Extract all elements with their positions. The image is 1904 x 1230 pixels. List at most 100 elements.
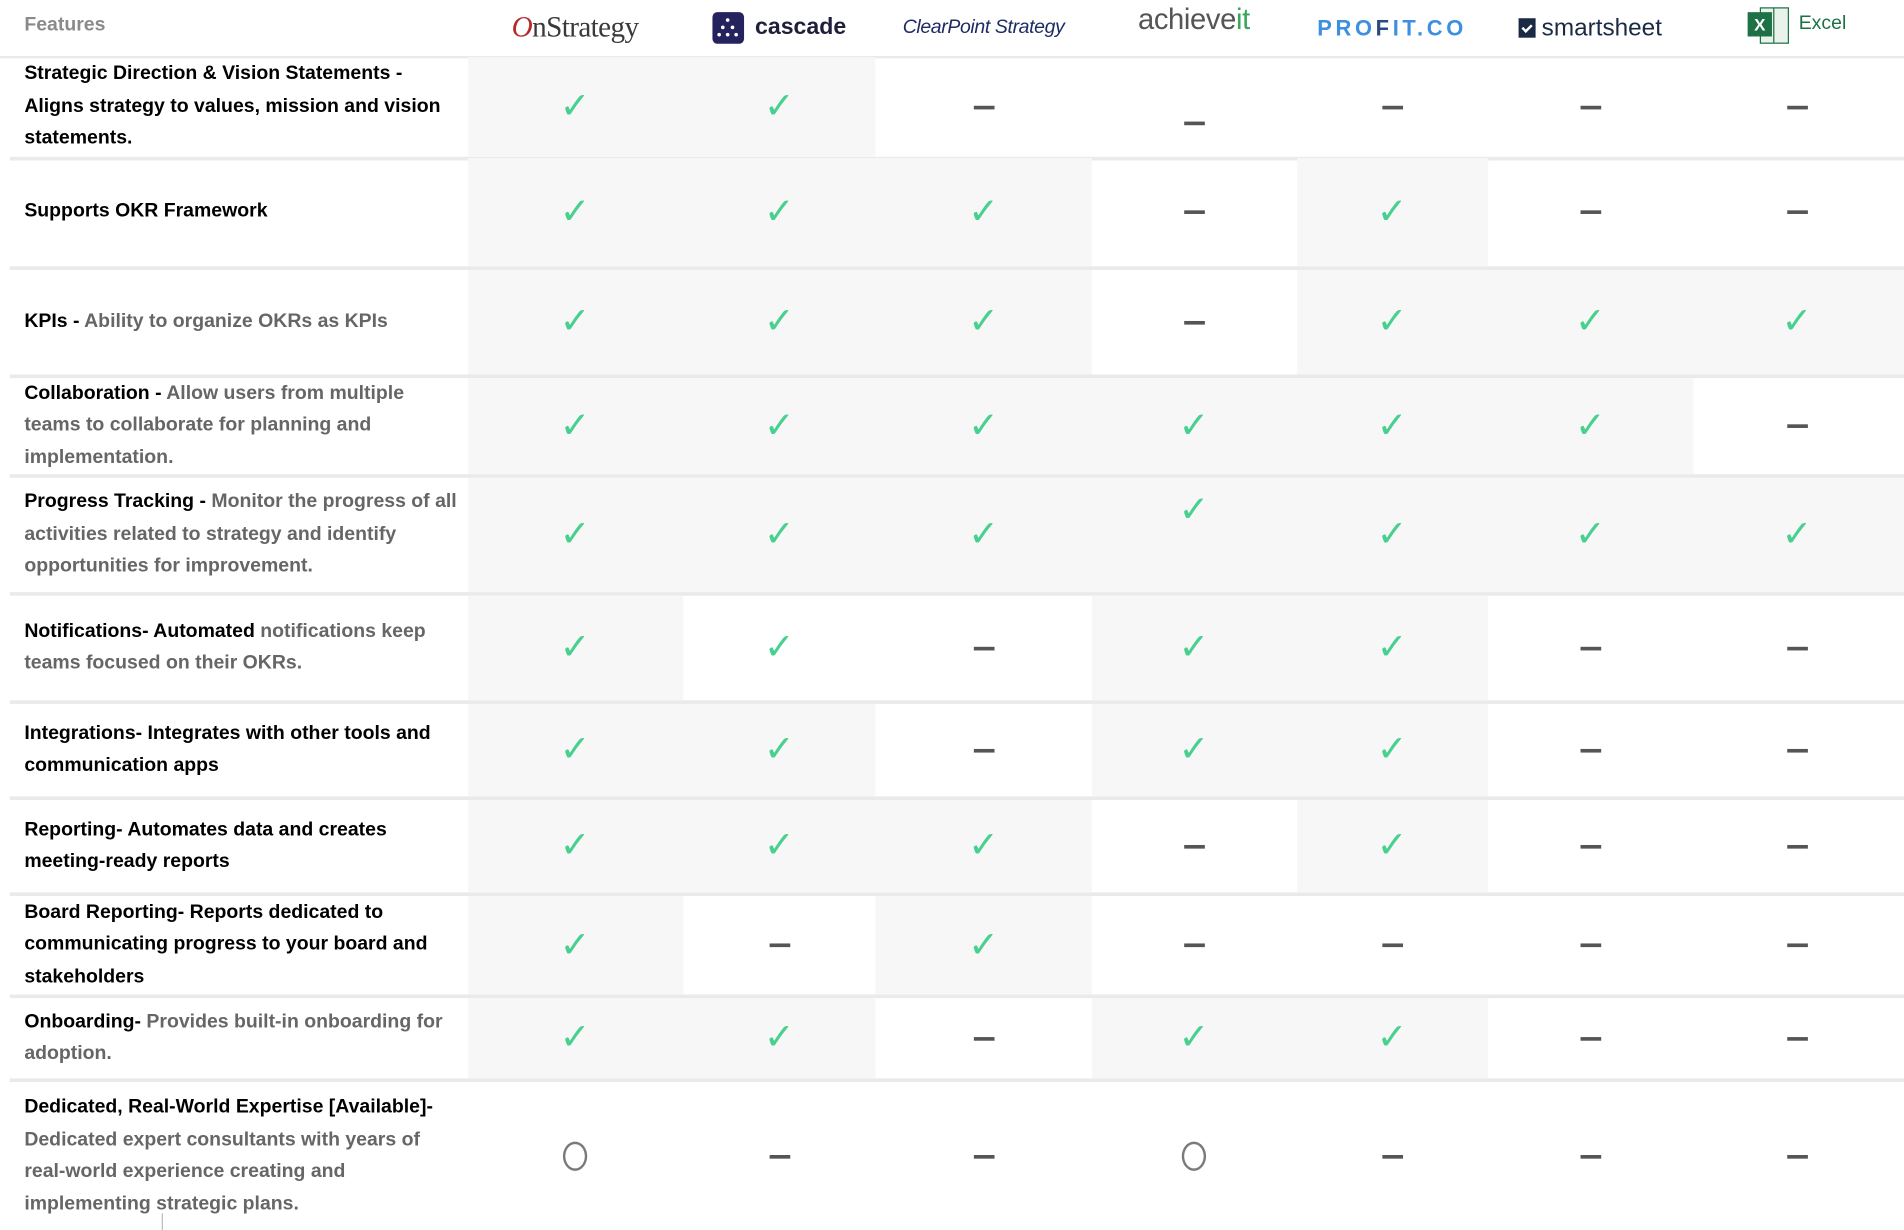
feature-title: Integrations- Integrates with other tool… [24,722,431,776]
check-icon: ✓ [764,405,795,446]
dash-icon [1381,943,1403,948]
table-row: Reporting- Automates data and creates me… [9,799,1904,897]
support-cell-excel [1760,596,1833,701]
support-cell-smartsheet [1554,158,1627,266]
support-cell-smartsheet [1554,57,1627,157]
check-icon: ✓ [1574,514,1606,555]
support-cell-clearpoint: ✓ [947,378,1020,474]
vendor-achieveit-header: achieveit [1138,0,1250,49]
check-icon: ✓ [559,825,591,866]
row-shade [468,378,1694,475]
check-icon: ✓ [559,924,591,965]
support-cell-cascade: ✓ [743,378,816,474]
support-cell-cascade: ✓ [743,800,816,892]
support-cell-smartsheet [1554,998,1627,1078]
support-cell-profit: ✓ [1356,998,1429,1078]
table-row: Integrations- Integrates with other tool… [9,703,1904,800]
support-cell-smartsheet: ✓ [1554,478,1627,592]
feature-title: Reporting- Automates data and creates me… [24,818,387,872]
comparison-table: Features OnStrategy cascade ClearPoint S… [0,0,1904,1230]
feature-label: Reporting- Automates data and creates me… [24,800,457,892]
support-cell-clearpoint [947,704,1020,796]
table-row: Notifications- Automated notifications k… [9,595,1904,704]
vendor-clearpoint-header: ClearPoint Strategy [903,0,1065,56]
check-icon: ✓ [1178,627,1210,668]
dash-icon [1786,844,1808,849]
dash-icon [768,943,790,948]
check-icon: ✓ [1781,301,1813,342]
row-shade [1091,998,1489,1079]
smartsheet-icon [1518,18,1536,38]
table-row: Dedicated, Real-World Expertise [Availab… [10,1082,1904,1230]
check-icon: ✓ [1376,627,1408,668]
check-icon: ✓ [1376,405,1408,446]
support-cell-profit [1356,1082,1429,1230]
support-cell-smartsheet [1554,896,1627,994]
check-icon: ✓ [559,405,591,446]
check-icon: ✓ [764,191,795,232]
check-icon: ✓ [1376,301,1408,342]
check-icon: ✓ [1178,489,1210,531]
check-icon: ✓ [968,301,999,342]
onstrategy-logo: OnStrategy [511,11,639,44]
support-cell-smartsheet [1554,596,1627,701]
feature-label: Integrations- Integrates with other tool… [24,704,457,796]
dash-icon [1579,1036,1601,1041]
support-cell-achieveit [1157,1082,1230,1230]
check-icon: ✓ [559,514,591,555]
circle-icon [1181,1141,1207,1171]
support-cell-achieveit [1157,57,1230,157]
dash-icon [1579,844,1601,849]
support-cell-clearpoint: ✓ [947,270,1020,375]
dash-icon [1183,943,1205,948]
support-cell-profit: ✓ [1356,596,1429,701]
feature-title: Onboarding- [24,1010,147,1032]
support-cell-achieveit [1157,158,1230,266]
check-icon: ✓ [764,729,795,770]
check-icon: ✓ [1574,405,1606,446]
dash-icon [1786,210,1808,214]
feature-label: Dedicated, Real-World Expertise [Availab… [24,1082,457,1230]
dash-icon [1579,210,1601,214]
support-cell-profit: ✓ [1356,378,1429,474]
dash-icon [1579,646,1601,650]
table-row: Strategic Direction & Vision Statements … [9,57,1904,161]
feature-title: Dedicated, Real-World Expertise [Availab… [24,1096,433,1118]
support-cell-achieveit: ✓ [1157,596,1230,701]
check-icon: ✓ [764,514,795,555]
support-cell-excel [1760,158,1833,266]
support-cell-profit: ✓ [1356,800,1429,892]
feature-title: Board Reporting- Reports dedicated to co… [24,901,428,987]
support-cell-onstrategy: ✓ [539,478,612,592]
dash-icon [1579,1154,1601,1159]
support-cell-cascade: ✓ [743,704,816,796]
support-cell-smartsheet: ✓ [1554,378,1627,474]
support-cell-achieveit: ✓ [1157,478,1230,592]
feature-description: Ability to organize OKRs as KPIs [84,310,388,332]
support-cell-excel [1760,378,1833,474]
smartsheet-logo: smartsheet [1518,14,1662,42]
support-cell-clearpoint [947,57,1020,157]
check-icon: ✓ [1781,514,1813,555]
support-cell-achieveit [1157,896,1230,994]
check-icon: ✓ [1376,825,1408,866]
support-cell-cascade: ✓ [743,57,816,157]
row-shade [1091,595,1489,701]
dash-icon [973,646,994,650]
feature-label: Supports OKR Framework [24,158,457,266]
dash-icon [973,1154,994,1159]
check-icon: ✓ [968,191,999,232]
vendor-excel-header: X Excel [1747,0,1846,52]
row-shade [1091,703,1489,797]
dash-icon [1786,105,1808,109]
check-icon: ✓ [1376,514,1408,555]
vendor-profit-header: PROFIT.CO [1317,0,1467,56]
support-cell-smartsheet [1554,704,1627,796]
support-cell-cascade: ✓ [743,596,816,701]
check-icon: ✓ [1178,1017,1210,1058]
dash-icon [1183,320,1205,325]
support-cell-excel: ✓ [1760,478,1833,592]
support-cell-excel [1760,57,1833,157]
support-cell-onstrategy: ✓ [539,896,612,994]
dash-icon [1786,1154,1808,1159]
